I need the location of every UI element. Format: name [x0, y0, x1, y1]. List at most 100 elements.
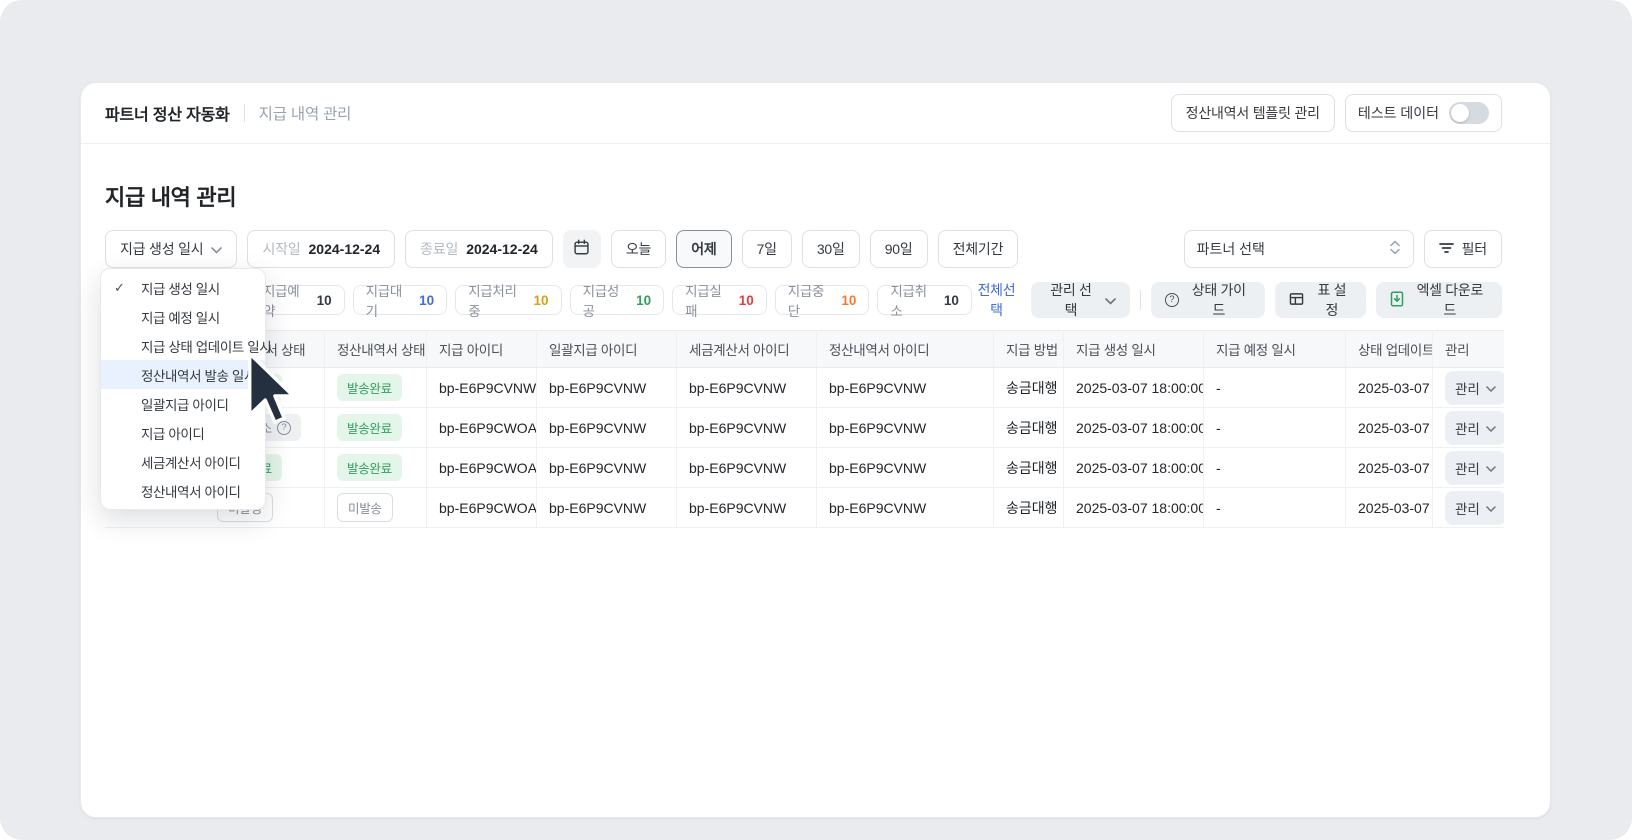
- filter-button-label: 필터: [1462, 239, 1487, 259]
- col-payment-method[interactable]: 지급 방법: [994, 330, 1064, 368]
- menu-item-payment-created[interactable]: ✓ 지급 생성 일시: [101, 273, 265, 302]
- chip-payment-waiting[interactable]: 지급대기10: [353, 285, 448, 315]
- payment-created-cell: 2025-03-07 18:00:00: [1064, 488, 1204, 528]
- col-statement-id[interactable]: 정산내역서 아이디: [817, 330, 994, 368]
- col-statement-status[interactable]: 정산내역서 상태: [325, 330, 427, 368]
- statement-id-cell: bp-E6P9CVNW: [817, 408, 994, 448]
- select-all-link[interactable]: 전체선택: [972, 280, 1021, 320]
- row-manage-button[interactable]: 관리: [1445, 491, 1504, 525]
- menu-item-payment-id[interactable]: 지급 아이디: [101, 418, 265, 447]
- chevron-down-icon: [1105, 292, 1116, 308]
- table-toolbar: 전체선택 관리 선택 ? 상태 가이드: [972, 280, 1502, 320]
- col-status-updated-at[interactable]: 상태 업데이트 일시: [1346, 330, 1433, 368]
- check-icon: ✓: [114, 280, 125, 296]
- question-circle-icon: ?: [1165, 293, 1179, 307]
- quick-range-30d-button[interactable]: 30일: [802, 230, 860, 268]
- row-manage-button[interactable]: 관리: [1445, 411, 1504, 445]
- start-date-value: 2024-12-24: [309, 241, 381, 257]
- table-settings-button[interactable]: 표 설정: [1275, 282, 1366, 318]
- start-date-field[interactable]: 시작일 2024-12-24: [247, 230, 395, 268]
- menu-item-statement-id[interactable]: 정산내역서 아이디: [101, 476, 265, 505]
- chevron-down-icon: [1486, 500, 1496, 515]
- status-guide-button[interactable]: ? 상태 가이드: [1151, 282, 1265, 318]
- status-updated-cell: 2025-03-07 18:00:00: [1346, 488, 1433, 528]
- row-manage-button[interactable]: 관리: [1445, 371, 1504, 405]
- statement-template-manage-button[interactable]: 정산내역서 템플릿 관리: [1171, 94, 1335, 132]
- quick-range-today-button[interactable]: 오늘: [611, 230, 666, 268]
- toggle-knob: [1451, 104, 1469, 122]
- col-bulk-payment-id[interactable]: 일괄지급 아이디: [537, 330, 677, 368]
- date-type-selected-label: 지급 생성 일시: [120, 239, 203, 259]
- cursor-pointer-icon: [247, 352, 295, 424]
- chevron-down-icon: [1486, 380, 1496, 395]
- chip-payment-failed[interactable]: 지급실패10: [672, 285, 767, 315]
- select-updown-icon: [1389, 240, 1401, 258]
- tax-invoice-id-cell: bp-E6P9CVNW: [677, 408, 817, 448]
- app-title: 파트너 정산 자동화: [105, 101, 230, 125]
- quick-range-yesterday-button[interactable]: 어제: [676, 230, 731, 268]
- table-grid-icon: [1289, 292, 1304, 309]
- chip-payment-stopped[interactable]: 지급중단10: [775, 285, 870, 315]
- payment-method-cell: 송금대행: [994, 488, 1064, 528]
- test-data-label: 테스트 데이터: [1358, 103, 1439, 123]
- start-date-label: 시작일: [262, 239, 300, 259]
- excel-download-button[interactable]: 엑셀 다운로드: [1376, 282, 1502, 318]
- table-row: 발행완료 발송완료 bp-E6P9CVNW bp-E6P9CVNW bp-E6P…: [105, 368, 1504, 408]
- tax-invoice-id-cell: bp-E6P9CVNW: [677, 488, 817, 528]
- chip-payment-success[interactable]: 지급성공10: [570, 285, 665, 315]
- table-row: 발행완료 발송완료 bp-E6P9CWOA bp-E6P9CVNW bp-E6P…: [105, 448, 1504, 488]
- end-date-field[interactable]: 종료일 2024-12-24: [405, 230, 553, 268]
- partner-select[interactable]: 파트너 선택: [1184, 230, 1414, 268]
- payment-id-cell: bp-E6P9CWOA: [427, 488, 537, 528]
- menu-item-tax-invoice-id[interactable]: 세금계산서 아이디: [101, 447, 265, 476]
- table-row: 미발행 미발송 bp-E6P9CWOA bp-E6P9CVNW bp-E6P9C…: [105, 488, 1504, 528]
- statement-id-cell: bp-E6P9CVNW: [817, 368, 994, 408]
- payments-table: 세금계산서 상태 정산내역서 상태 지급 아이디 일괄지급 아이디 세금계산서 …: [105, 330, 1504, 528]
- statement-id-cell: bp-E6P9CVNW: [817, 448, 994, 488]
- status-updated-cell: 2025-03-07 18:00:00: [1346, 448, 1433, 488]
- filter-button[interactable]: 필터: [1424, 230, 1502, 268]
- payment-scheduled-cell: -: [1204, 408, 1346, 448]
- menu-item-bulk-payment-id[interactable]: 일괄지급 아이디: [101, 389, 265, 418]
- col-payment-scheduled-at[interactable]: 지급 예정 일시: [1204, 330, 1346, 368]
- payment-method-cell: 송금대행: [994, 368, 1064, 408]
- test-data-toggle[interactable]: [1449, 102, 1489, 124]
- col-payment-created-at[interactable]: 지급 생성 일시: [1064, 330, 1204, 368]
- chevron-down-icon: [1486, 460, 1496, 475]
- payment-method-cell: 송금대행: [994, 408, 1064, 448]
- manage-select-button[interactable]: 관리 선택: [1031, 282, 1130, 318]
- chevron-down-icon: [211, 241, 222, 257]
- chip-payment-processing[interactable]: 지급처리중10: [455, 285, 561, 315]
- chevron-down-icon: [1486, 420, 1496, 435]
- status-updated-cell: 2025-03-07 18:00:00: [1346, 368, 1433, 408]
- test-data-toggle-group: 테스트 데이터: [1345, 94, 1502, 132]
- date-type-menu: ✓ 지급 생성 일시 지급 예정 일시 지급 상태 업데이트 일시 정산내역서 …: [100, 268, 266, 510]
- payment-id-cell: bp-E6P9CWOA: [427, 448, 537, 488]
- payment-method-cell: 송금대행: [994, 448, 1064, 488]
- payment-scheduled-cell: -: [1204, 488, 1346, 528]
- menu-item-status-updated[interactable]: 지급 상태 업데이트 일시: [101, 331, 265, 360]
- payment-created-cell: 2025-03-07 18:00:00: [1064, 368, 1204, 408]
- chip-payment-canceled[interactable]: 지급취소10: [877, 285, 972, 315]
- date-type-dropdown-button[interactable]: 지급 생성 일시: [105, 230, 237, 268]
- col-payment-id[interactable]: 지급 아이디: [427, 330, 537, 368]
- quick-range-7d-button[interactable]: 7일: [742, 230, 792, 268]
- tax-invoice-id-cell: bp-E6P9CVNW: [677, 368, 817, 408]
- statement-status-badge: 발송완료: [337, 374, 402, 401]
- filter-lines-icon: [1439, 241, 1454, 257]
- calendar-button[interactable]: [563, 230, 601, 268]
- menu-item-statement-sent[interactable]: 정산내역서 발송 일시: [101, 360, 265, 389]
- menu-item-payment-scheduled[interactable]: 지급 예정 일시: [101, 302, 265, 331]
- payment-created-cell: 2025-03-07 18:00:00: [1064, 448, 1204, 488]
- end-date-value: 2024-12-24: [466, 241, 538, 257]
- quick-range-all-button[interactable]: 전체기간: [938, 230, 1019, 268]
- calendar-icon: [573, 239, 590, 259]
- row-manage-button[interactable]: 관리: [1445, 451, 1504, 485]
- breadcrumb: 지급 내역 관리: [259, 102, 352, 124]
- statement-status-badge: 발송완료: [337, 414, 402, 441]
- status-toolbar-row: 지급예약10 지급대기10 지급처리중10 지급성공10 지급실패10 지급중단…: [105, 280, 1502, 320]
- header-divider: [244, 104, 245, 122]
- col-tax-invoice-id[interactable]: 세금계산서 아이디: [677, 330, 817, 368]
- payment-id-cell: bp-E6P9CWOA: [427, 408, 537, 448]
- quick-range-90d-button[interactable]: 90일: [870, 230, 928, 268]
